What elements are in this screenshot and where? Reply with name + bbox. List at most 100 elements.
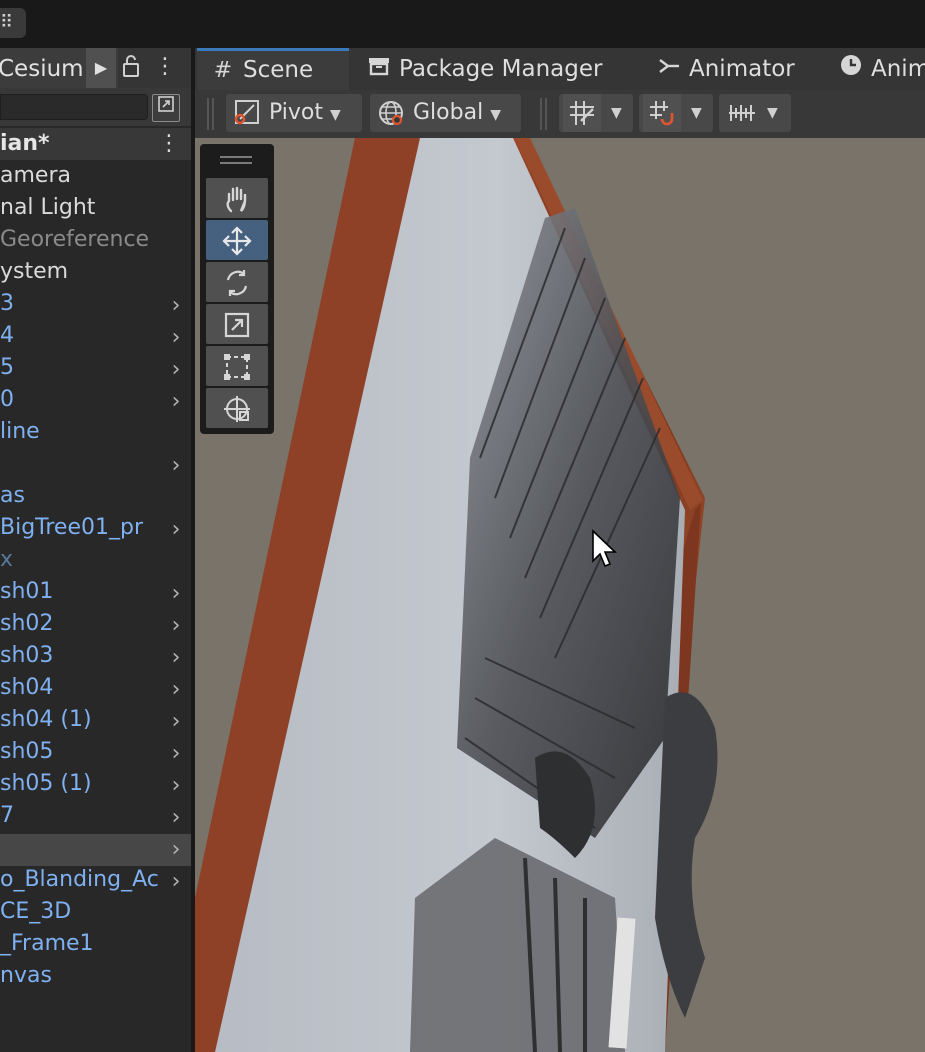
tab-scene[interactable]: # Scene [197,48,349,90]
hierarchy-item-label: 7 [0,803,14,828]
tab-animator[interactable]: Animator [657,48,795,90]
hierarchy-item[interactable]: sh04 (1) › [0,706,191,738]
hierarchy-item[interactable]: x [0,546,191,578]
hierarchy-item[interactable]: sh02 › [0,610,191,642]
grid-hash-icon: # [213,58,233,83]
grid-snapping-dropdown[interactable]: ▼ [559,94,633,132]
chevron-down-icon: ▼ [611,105,622,121]
hierarchy-item[interactable]: Georeference [0,226,191,258]
hierarchy-item[interactable]: nvas [0,962,191,994]
chevron-down-icon: ▼ [767,105,778,121]
scene-header-row[interactable]: ian* ⋮ [0,128,191,160]
clock-icon [839,49,863,91]
magnet-grid-icon [643,94,681,132]
hierarchy-tab-label: Cesium [0,56,84,82]
chevron-right-icon[interactable]: › [166,322,186,354]
chevron-right-icon[interactable]: › [166,450,186,482]
overlay-grip[interactable] [220,156,252,158]
rect-tool[interactable] [206,346,268,386]
rect-transform-icon [224,354,250,380]
pivot-dropdown[interactable]: Pivot ▼ [226,94,362,132]
hierarchy-item[interactable]: 7 › [0,802,191,834]
chevron-right-icon[interactable]: › [166,738,186,770]
play-icon[interactable]: ▶ [86,48,116,88]
hierarchy-item[interactable]: nal Light [0,194,191,226]
chevron-right-icon[interactable]: › [166,290,186,322]
chevron-right-icon[interactable]: › [166,834,186,866]
hierarchy-item[interactable]: sh03 › [0,642,191,674]
hierarchy-item[interactable]: 0 › [0,386,191,418]
chevron-right-icon[interactable]: › [166,578,186,610]
transform-tool[interactable] [206,388,268,428]
tab-animation[interactable]: Anim [839,48,925,90]
ruler-icon [723,94,761,132]
kebab-menu-icon[interactable]: ⋮ [154,54,176,80]
hierarchy-search-input[interactable] [0,94,148,120]
scale-tool[interactable] [206,304,268,344]
grip-icon[interactable]: ⠿ [0,8,26,38]
hierarchy-item-label: x [0,547,14,572]
hand-tool[interactable] [206,178,268,218]
global-dropdown[interactable]: Global ▼ [370,94,521,132]
hierarchy-item-label: sh05 [0,739,54,764]
global-label: Global [413,100,484,125]
chevron-right-icon[interactable]: › [166,354,186,386]
lock-icon[interactable] [120,54,142,80]
hierarchy-item[interactable]: ystem [0,258,191,290]
hierarchy-item[interactable]: o_Blanding_Ac › [0,866,191,898]
hierarchy-item-label: _Frame1 [0,931,94,956]
scene-viewport[interactable] [195,138,925,1052]
hierarchy-item[interactable]: line [0,418,191,450]
toolbar-grip [212,98,214,130]
hierarchy-item[interactable]: sh05 (1) › [0,770,191,802]
hierarchy-item[interactable]: 5 › [0,354,191,386]
hierarchy-item[interactable]: 3 › [0,290,191,322]
hierarchy-item[interactable]: CE_3D [0,898,191,930]
toolbar-grip [207,98,209,130]
toolbar-grip [540,98,542,130]
tab-package-manager-label: Package Manager [399,56,603,82]
chevron-right-icon[interactable]: › [166,514,186,546]
hierarchy-item[interactable]: BigTree01_pr › [0,514,191,546]
hierarchy-item[interactable]: › [0,450,191,482]
chevron-right-icon[interactable]: › [166,770,186,802]
chevron-right-icon[interactable]: › [166,706,186,738]
hierarchy-item[interactable]: › [0,834,191,866]
globe-icon [379,101,403,126]
hierarchy-item[interactable]: as [0,482,191,514]
chevron-down-icon: ▼ [691,105,702,121]
toolbar-grip [545,98,547,130]
hierarchy-item[interactable]: 4 › [0,322,191,354]
chevron-right-icon[interactable]: › [166,866,186,898]
grid-snap-icon [563,94,601,132]
chevron-right-icon[interactable]: › [166,642,186,674]
tab-package-manager[interactable]: Package Manager [367,48,602,90]
hierarchy-item[interactable]: sh05 › [0,738,191,770]
hierarchy-item[interactable]: _Frame1 [0,930,191,962]
scene-kebab-icon[interactable]: ⋮ [158,131,180,156]
top-bar: ⠿ [0,0,925,46]
tab-animator-label: Animator [689,56,795,82]
hierarchy-item-label: as [0,483,25,508]
overlay-grip[interactable] [220,162,252,164]
hierarchy-item[interactable]: amera [0,162,191,194]
chevron-right-icon[interactable]: › [166,674,186,706]
ruler-dropdown[interactable]: ▼ [719,94,791,132]
chevron-right-icon[interactable]: › [166,386,186,418]
chevron-down-icon: ▼ [490,107,501,123]
rotate-tool[interactable] [206,262,268,302]
chevron-right-icon[interactable]: › [166,802,186,834]
increment-snapping-dropdown[interactable]: ▼ [639,94,713,132]
chevron-right-icon[interactable]: › [166,610,186,642]
hierarchy-item[interactable]: sh01 › [0,578,191,610]
search-popout-icon[interactable] [152,94,180,122]
tab-animation-label: Anim [871,56,925,82]
tab-scene-label: Scene [243,57,314,83]
hierarchy-item-label: 5 [0,355,14,380]
hierarchy-item-label: sh05 (1) [0,771,92,796]
move-tool[interactable] [206,220,268,260]
hierarchy-item[interactable]: sh04 › [0,674,191,706]
animator-icon [657,49,681,91]
rotate-icon [226,270,248,296]
hierarchy-item-label: sh01 [0,579,54,604]
